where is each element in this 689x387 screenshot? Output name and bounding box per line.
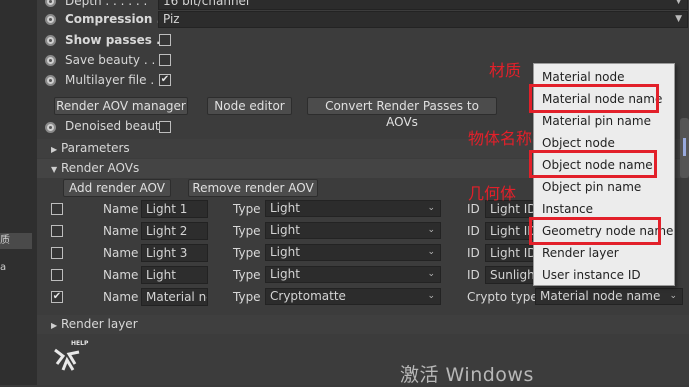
aov-type-select[interactable]: Light ⌄	[265, 244, 441, 261]
add-render-aov-button[interactable]: Add render AOV	[63, 179, 171, 197]
aov-name-field[interactable]: Light 2	[141, 222, 208, 240]
aov-row-checkbox[interactable]	[51, 269, 63, 281]
chevron-down-icon: ▼	[675, 0, 682, 6]
depth-value: 16 bit/channel	[163, 0, 250, 8]
aov-name-field[interactable]: Light 3	[141, 244, 208, 262]
windows-activation-watermark: 激活 Windows	[400, 364, 534, 386]
aov-type-select[interactable]: Light ⌄	[265, 200, 441, 217]
aov-name-field[interactable]: Light	[141, 266, 208, 284]
highlight-material-node-name	[529, 84, 659, 113]
chevron-down-icon: ▼	[675, 14, 682, 24]
aov-id-select[interactable]: Sunlight	[485, 266, 535, 284]
type-label: Type	[233, 246, 261, 260]
save-beauty-label: Save beauty . . .	[65, 53, 163, 67]
node-editor-button[interactable]: Node editor	[207, 97, 292, 115]
show-passes-checkbox[interactable]	[159, 34, 171, 46]
multilayer-checkbox[interactable]: ✔	[159, 74, 171, 86]
dropdown-item-object-pin-name[interactable]: Object pin name	[534, 176, 674, 198]
show-passes-label: Show passes . .	[65, 33, 170, 47]
depth-radio-icon[interactable]	[45, 0, 56, 7]
render-aov-manager-button[interactable]: Render AOV manager	[54, 97, 188, 115]
compression-radio-icon[interactable]	[45, 14, 56, 25]
compression-label: Compression . .	[65, 12, 170, 26]
dropdown-item-render-layer[interactable]: Render layer	[534, 242, 674, 264]
scrollbar-thumb[interactable]	[683, 138, 686, 156]
name-label: Name	[103, 246, 139, 260]
id-label: ID	[467, 246, 480, 260]
multilayer-radio-icon[interactable]	[45, 75, 56, 86]
help-label: HELP	[71, 340, 89, 347]
octane-help-logo[interactable]: HELP	[49, 340, 89, 376]
triangle-down-icon: ▼	[51, 165, 58, 174]
aov-type-select[interactable]: Cryptomatte ⌄	[265, 288, 441, 305]
depth-label: Depth . . . . . .	[65, 0, 148, 8]
name-label: Name	[103, 202, 139, 216]
aov-type-value: Light	[270, 201, 300, 215]
name-label: Name	[103, 224, 139, 238]
save-beauty-checkbox[interactable]	[159, 54, 171, 66]
aov-type-value: Light	[270, 245, 300, 259]
aov-type-value: Cryptomatte	[270, 289, 346, 303]
sidebar-selected-item[interactable]: 质	[0, 233, 32, 249]
highlight-object-node-name	[529, 150, 657, 178]
parameters-section-title: Parameters	[60, 141, 130, 155]
type-label: Type	[233, 202, 261, 216]
aov-type-value: Light	[270, 223, 300, 237]
aov-name-field[interactable]: Material nc	[141, 288, 208, 306]
remove-render-aov-button[interactable]: Remove render AOV	[188, 179, 318, 197]
aov-row-checkbox[interactable]	[51, 225, 63, 237]
multilayer-label: Multilayer file . .	[65, 73, 162, 87]
triangle-right-icon: ▶	[51, 145, 58, 154]
depth-select[interactable]: 16 bit/channel ▼	[158, 0, 688, 10]
crypto-type-select[interactable]: Material node name ⌄	[535, 288, 683, 305]
render-aovs-section-title: Render AOVs	[60, 161, 140, 175]
chevron-down-icon: ⌄	[427, 225, 435, 235]
dropdown-item-material-pin-name[interactable]: Material pin name	[534, 110, 674, 132]
chevron-down-icon: ⌄	[427, 291, 435, 301]
aov-id-select[interactable]: Light ID	[485, 244, 535, 262]
show-passes-radio-icon[interactable]	[45, 35, 56, 46]
highlight-geometry-node-name	[529, 217, 661, 245]
sidebar-text: a	[0, 262, 7, 273]
crypto-type-value: Material node name	[540, 289, 661, 303]
triangle-right-icon: ▶	[51, 321, 58, 330]
panel-scrollbar[interactable]	[680, 118, 689, 178]
id-label: ID	[467, 224, 480, 238]
denoised-label: Denoised beauty	[65, 119, 167, 133]
name-label: Name	[103, 290, 139, 304]
save-beauty-radio-icon[interactable]	[45, 55, 56, 66]
id-label: ID	[467, 268, 480, 282]
compression-value: Piz	[163, 12, 180, 26]
aov-type-select[interactable]: Light ⌄	[265, 222, 441, 239]
render-layer-section-header[interactable]: ▶ Render layer	[37, 315, 689, 334]
aov-name-field[interactable]: Light 1	[141, 200, 208, 218]
aov-row-checkbox[interactable]	[51, 203, 63, 215]
compression-select[interactable]: Piz ▼	[158, 11, 688, 28]
id-label: ID	[467, 202, 480, 216]
annotation-object-name: 物体名称	[468, 129, 533, 148]
denoised-checkbox[interactable]	[159, 121, 171, 133]
annotation-geometry: 几何体	[468, 184, 517, 203]
type-label: Type	[233, 290, 261, 304]
render-layer-section-title: Render layer	[60, 317, 138, 331]
chevron-down-icon: ⌄	[427, 203, 435, 213]
aov-type-select[interactable]: Light ⌄	[265, 266, 441, 283]
chevron-down-icon: ⌄	[669, 291, 677, 301]
chevron-down-icon: ⌄	[427, 247, 435, 257]
type-label: Type	[233, 268, 261, 282]
left-sidebar: 质 a	[0, 0, 38, 385]
annotation-material: 材质	[489, 61, 522, 80]
chevron-down-icon: ⌄	[427, 269, 435, 279]
denoised-radio-icon[interactable]	[45, 122, 56, 133]
type-label: Type	[233, 224, 261, 238]
crypto-type-label: Crypto type	[467, 290, 538, 304]
dropdown-item-user-instance-id[interactable]: User instance ID	[534, 264, 674, 286]
aov-type-value: Light	[270, 267, 300, 281]
aov-row-checkbox[interactable]: ✔	[51, 291, 63, 303]
aov-row-checkbox[interactable]	[51, 247, 63, 259]
convert-render-passes-button[interactable]: Convert Render Passes to AOVs	[307, 97, 497, 129]
name-label: Name	[103, 268, 139, 282]
aov-id-select[interactable]: Light ID	[485, 222, 535, 240]
